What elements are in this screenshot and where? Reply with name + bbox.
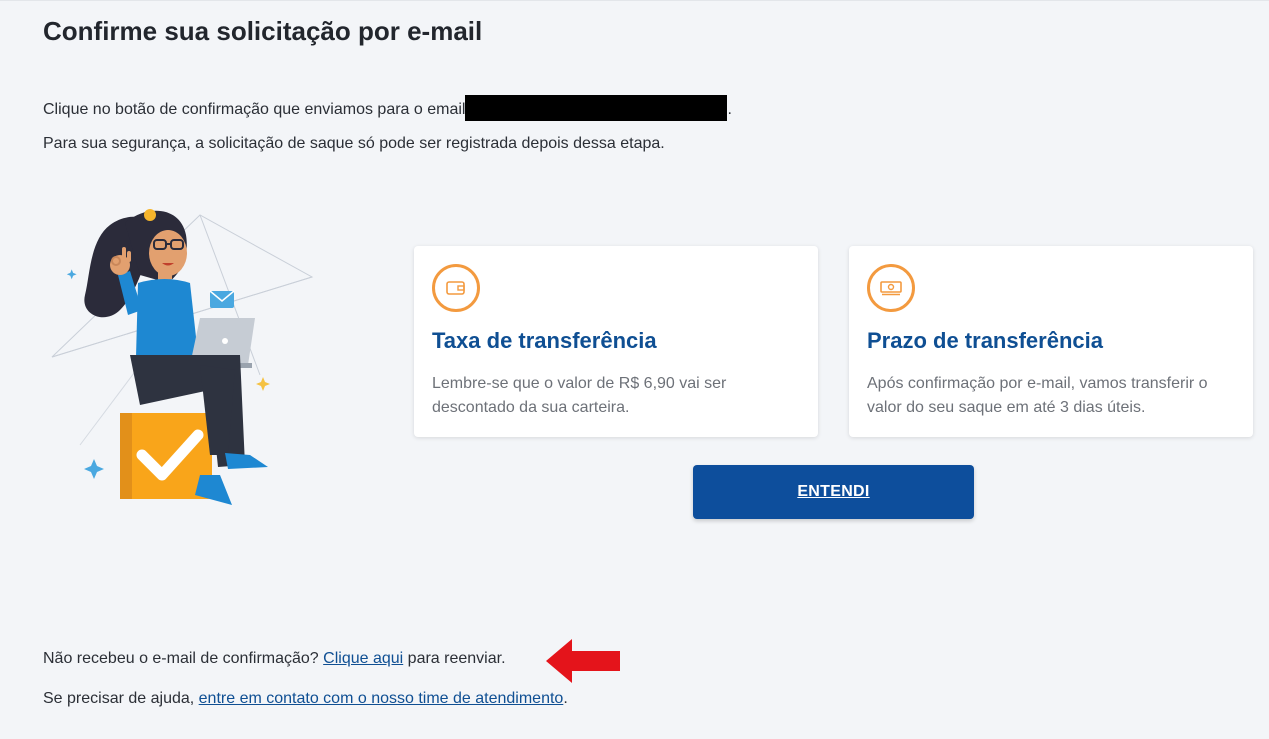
page-title: Confirme sua solicitação por e-mail: [43, 16, 483, 46]
resend-prompt: Não recebeu o e-mail de confirmação? Cli…: [43, 650, 506, 668]
help-prompt: Se precisar de ajuda, entre em contato c…: [43, 690, 568, 708]
confirmation-instruction: Clique no botão de confirmação que envia…: [43, 95, 732, 121]
instruction-period: .: [727, 101, 732, 118]
card-title: Prazo de transferência: [867, 328, 1103, 353]
transfer-deadline-card: Prazo de transferência Após confirmação …: [849, 246, 1253, 437]
money-icon: [867, 264, 915, 312]
instruction-text: Clique no botão de confirmação que envia…: [43, 101, 466, 118]
card-title: Taxa de transferência: [432, 328, 657, 353]
red-arrow-annotation: [546, 639, 620, 683]
help-prefix: Se precisar de ajuda,: [43, 690, 195, 707]
resend-prefix: Não recebeu o e-mail de confirmação?: [43, 650, 319, 667]
resend-email-link[interactable]: Clique aqui: [323, 650, 403, 667]
top-divider: [0, 0, 1269, 1]
contact-support-link[interactable]: entre em contato com o nosso time de ate…: [199, 690, 564, 707]
transfer-fee-card: Taxa de transferência Lembre-se que o va…: [414, 246, 818, 437]
security-notice: Para sua segurança, a solicitação de saq…: [43, 135, 665, 152]
card-description: Lembre-se que o valor de R$ 6,90 vai ser…: [432, 375, 727, 416]
card-description: Após confirmação por e-mail, vamos trans…: [867, 375, 1208, 416]
woman-laptop-illustration: [51, 209, 314, 505]
resend-suffix: para reenviar.: [407, 650, 506, 667]
understood-button[interactable]: ENTENDI: [693, 465, 974, 519]
redacted-email: [465, 95, 728, 121]
help-suffix: .: [563, 690, 568, 707]
wallet-icon: [432, 264, 480, 312]
